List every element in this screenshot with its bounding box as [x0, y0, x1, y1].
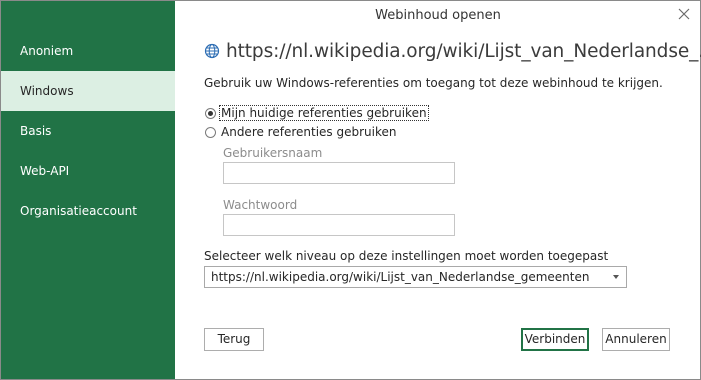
url-heading: https://nl.wikipedia.org/wiki/Lijst_van_… — [204, 38, 701, 64]
sidebar-item-organisatieaccount[interactable]: Organisatieaccount — [1, 191, 175, 231]
sidebar-item-web-api[interactable]: Web-API — [1, 151, 175, 191]
level-select-value: https://nl.wikipedia.org/wiki/Lijst_van_… — [211, 270, 590, 284]
cancel-button[interactable]: Annuleren — [602, 328, 670, 351]
level-select[interactable]: https://nl.wikipedia.org/wiki/Lijst_van_… — [204, 266, 627, 288]
back-button[interactable]: Terug — [204, 328, 264, 351]
url-text: https://nl.wikipedia.org/wiki/Lijst_van_… — [226, 40, 701, 62]
radio-label: Andere referenties gebruiken — [221, 125, 397, 139]
description-text: Gebruik uw Windows-referenties om toegan… — [204, 76, 663, 90]
auth-method-sidebar: Anoniem Windows Basis Web-API Organisati… — [1, 1, 175, 379]
password-field[interactable] — [223, 214, 455, 236]
level-label: Selecteer welk niveau op deze instelling… — [204, 249, 609, 263]
radio-button[interactable] — [205, 107, 216, 119]
sidebar-item-windows[interactable]: Windows — [1, 71, 175, 111]
radio-button[interactable] — [205, 126, 216, 138]
radio-label: Mijn huidige referenties gebruiken — [219, 105, 429, 121]
sidebar-item-anoniem[interactable]: Anoniem — [1, 31, 175, 71]
dialog-title: Webinhoud openen — [375, 8, 501, 23]
username-field[interactable] — [223, 162, 455, 184]
radio-other-credentials[interactable]: Andere referenties gebruiken — [205, 124, 398, 140]
globe-icon — [204, 43, 220, 59]
radio-current-credentials[interactable]: Mijn huidige referenties gebruiken — [205, 105, 429, 121]
close-icon[interactable] — [676, 6, 692, 22]
password-label: Wachtwoord — [223, 198, 298, 212]
chevron-down-icon — [613, 275, 619, 279]
username-label: Gebruikersnaam — [223, 146, 323, 160]
connect-button[interactable]: Verbinden — [521, 328, 589, 351]
sidebar-item-basis[interactable]: Basis — [1, 111, 175, 151]
